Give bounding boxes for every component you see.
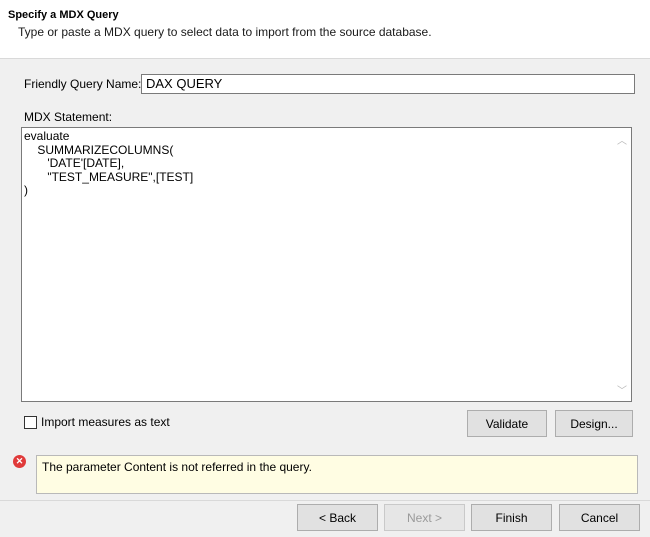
friendly-name-field[interactable]: DAX QUERY — [141, 74, 635, 94]
friendly-name-label: Friendly Query Name: — [24, 77, 142, 91]
cancel-button[interactable]: Cancel — [559, 504, 640, 531]
import-measures-checkbox[interactable] — [24, 415, 37, 429]
back-button[interactable]: < Back — [297, 504, 378, 531]
mdx-statement-text[interactable]: evaluate SUMMARIZECOLUMNS( 'DATE'[DATE],… — [24, 129, 193, 198]
import-measures-option[interactable]: Import measures as text — [24, 414, 170, 430]
design-button[interactable]: Design... — [555, 410, 633, 437]
next-button[interactable]: Next > — [384, 504, 465, 531]
status-message-text: The parameter Content is not referred in… — [42, 460, 312, 474]
scroll-down-arrow-icon[interactable]: ﹀ — [617, 382, 627, 397]
import-measures-label: Import measures as text — [41, 415, 170, 429]
mdx-statement-label: MDX Statement: — [24, 110, 113, 124]
finish-button[interactable]: Finish — [471, 504, 552, 531]
mdx-statement-editor[interactable]: evaluate SUMMARIZECOLUMNS( 'DATE'[DATE],… — [21, 127, 632, 402]
wizard-header: Specify a MDX Query Type or paste a MDX … — [0, 0, 650, 59]
status-message-box: The parameter Content is not referred in… — [36, 455, 638, 494]
validate-button[interactable]: Validate — [467, 410, 547, 437]
error-icon: ✕ — [13, 455, 26, 468]
scroll-up-arrow-icon[interactable]: ︿ — [617, 132, 627, 147]
page-subtitle: Type or paste a MDX query to select data… — [18, 25, 432, 39]
page-title: Specify a MDX Query — [8, 9, 119, 21]
